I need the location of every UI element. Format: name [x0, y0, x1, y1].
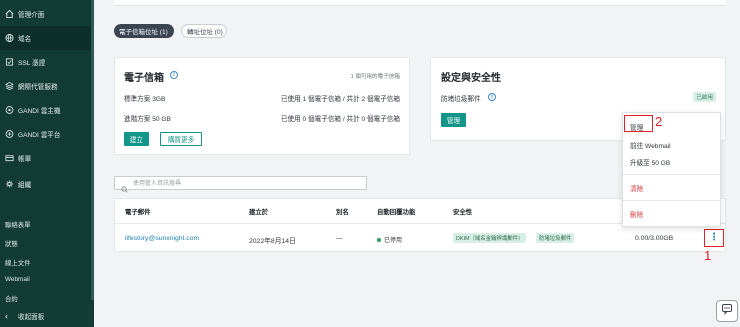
- mailbox-card: 電子信箱 i 1 個可用的電子信箱 標準方案 3GB 已使用 1 個電子信箱 /…: [114, 57, 410, 155]
- sidebar-item-billing[interactable]: 帳單: [0, 146, 91, 170]
- mailbox-created-date: 2022年8月14日: [249, 238, 296, 245]
- manage-security-button[interactable]: 管理: [441, 113, 466, 127]
- sidebar-item-hosting[interactable]: 網際代管服務: [0, 74, 91, 98]
- tab-forwards[interactable]: 轉址位址 (0): [181, 24, 227, 38]
- sidebar-item-label: 組織: [18, 182, 32, 189]
- column-header-created[interactable]: 建立於: [249, 207, 268, 216]
- annotation-number-one: 1: [704, 248, 712, 263]
- sidebar-link-contracts[interactable]: 合約: [5, 294, 18, 303]
- column-header-alias[interactable]: 別名: [336, 207, 349, 216]
- ssl-icon: [5, 58, 14, 67]
- globe-icon: [5, 33, 14, 43]
- collapse-panel-button[interactable]: ‹ 收起面板: [0, 305, 91, 327]
- menu-item-webmail[interactable]: 前往 Webmail: [623, 140, 722, 150]
- chat-icon: [721, 302, 733, 320]
- cloud-icon: [5, 106, 14, 115]
- sidebar-item-domains[interactable]: 域名: [0, 26, 91, 50]
- column-header-autoreply[interactable]: 自動回覆功能: [377, 207, 415, 216]
- chat-widget-button[interactable]: [716, 300, 738, 322]
- plan-premium: 進階方案 50 GB: [124, 116, 171, 123]
- antispam-status-badge: 已啟用: [693, 92, 716, 102]
- create-mailbox-button[interactable]: 建立: [124, 132, 149, 146]
- info-icon[interactable]: i: [170, 71, 178, 79]
- row-actions-button[interactable]: ⋮: [704, 229, 724, 247]
- chevron-left-icon: ‹: [5, 311, 8, 321]
- home-icon: [5, 9, 14, 19]
- plan-standard-usage: 已使用 1 個電子信箱 / 共計 2 個電子信箱: [280, 96, 400, 103]
- sidebar-item-label: GANDI 雲主機: [18, 108, 61, 115]
- menu-divider: [623, 200, 722, 201]
- column-header-security[interactable]: 安全性: [453, 207, 472, 216]
- sidebar-item-cloud-platform[interactable]: GANDI 雲平台: [0, 122, 91, 146]
- annotation-number-two: 2: [655, 114, 663, 129]
- available-mailboxes-note: 1 個可用的電子信箱: [350, 74, 400, 80]
- sidebar-item-organization[interactable]: 組織: [0, 172, 91, 196]
- column-header-email[interactable]: 電子郵件: [125, 207, 151, 216]
- sidebar-link-docs[interactable]: 線上文件: [5, 258, 31, 267]
- status-dot: [377, 238, 381, 243]
- annotation-highlight-manage: [624, 115, 653, 132]
- sidebar-item-cloud[interactable]: GANDI 雲主機: [0, 98, 91, 122]
- security-tag-dkim: DKIM（域名金鑰辨識郵件）: [453, 233, 527, 243]
- sidebar-link-status[interactable]: 狀態: [5, 239, 18, 248]
- hosting-icon: [5, 81, 14, 91]
- mailbox-card-title: 電子信箱: [124, 73, 164, 84]
- sidebar-item-label: 帳單: [18, 156, 32, 163]
- antispam-label: 防堵垃圾郵件: [441, 96, 481, 103]
- kebab-menu-icon: ⋮: [709, 232, 719, 243]
- sidebar-link-webmail[interactable]: Webmail: [5, 276, 30, 283]
- buy-more-button[interactable]: 購買更多: [160, 132, 202, 146]
- collapse-label: 收起面板: [18, 314, 45, 321]
- mailbox-email-link[interactable]: lifestory@sunxnight.com: [125, 235, 199, 242]
- sidebar-item-label: 管理介面: [18, 12, 45, 19]
- sidebar-scrollbar[interactable]: [91, 0, 94, 300]
- sidebar-item-label: GANDI 雲平台: [18, 132, 61, 139]
- menu-item-upgrade[interactable]: 升級至 50 GB: [623, 157, 722, 167]
- plan-premium-usage: 已使用 0 個電子信箱 / 共計 0 個電子信箱: [280, 116, 400, 123]
- sidebar-item-label: 域名: [18, 36, 32, 43]
- info-icon[interactable]: i: [488, 93, 496, 101]
- sidebar-item-ssl[interactable]: SSL 憑證: [0, 50, 91, 74]
- sidebar-item-label: SSL 憑證: [18, 60, 46, 67]
- search-input[interactable]: [133, 178, 363, 189]
- cloud-platform-icon: [5, 130, 14, 139]
- sidebar-item-label: 網際代管服務: [18, 84, 58, 91]
- mailbox-quota: 0.00/3.00GB: [635, 235, 674, 242]
- sidebar-item-dashboard[interactable]: 管理介面: [0, 2, 91, 26]
- tab-mailboxes[interactable]: 電子信箱位址 (1): [114, 24, 174, 38]
- security-tag-antispam: 防堵垃圾郵件: [536, 233, 575, 243]
- menu-item-purge[interactable]: 清除: [623, 183, 722, 193]
- mailbox-alias: —: [336, 235, 343, 242]
- search-box: [114, 176, 367, 193]
- autoreply-status-text: 已停用: [384, 238, 403, 244]
- organization-icon: [5, 180, 14, 189]
- sidebar-link-contact[interactable]: 聯絡表單: [5, 220, 31, 229]
- security-card-title: 設定與安全性: [441, 73, 501, 84]
- menu-item-delete[interactable]: 刪除: [623, 209, 722, 219]
- billing-icon: [5, 154, 14, 163]
- menu-divider: [623, 174, 722, 175]
- top-card: [114, 0, 726, 6]
- search-icon: [121, 180, 128, 193]
- plan-standard: 標準方案 3GB: [124, 96, 166, 103]
- sidebar: 管理介面 域名 SSL 憑證 網際代管服務 GANDI 雲主機 GANDI 雲平…: [0, 0, 94, 327]
- autoreply-status: 已停用: [377, 235, 402, 244]
